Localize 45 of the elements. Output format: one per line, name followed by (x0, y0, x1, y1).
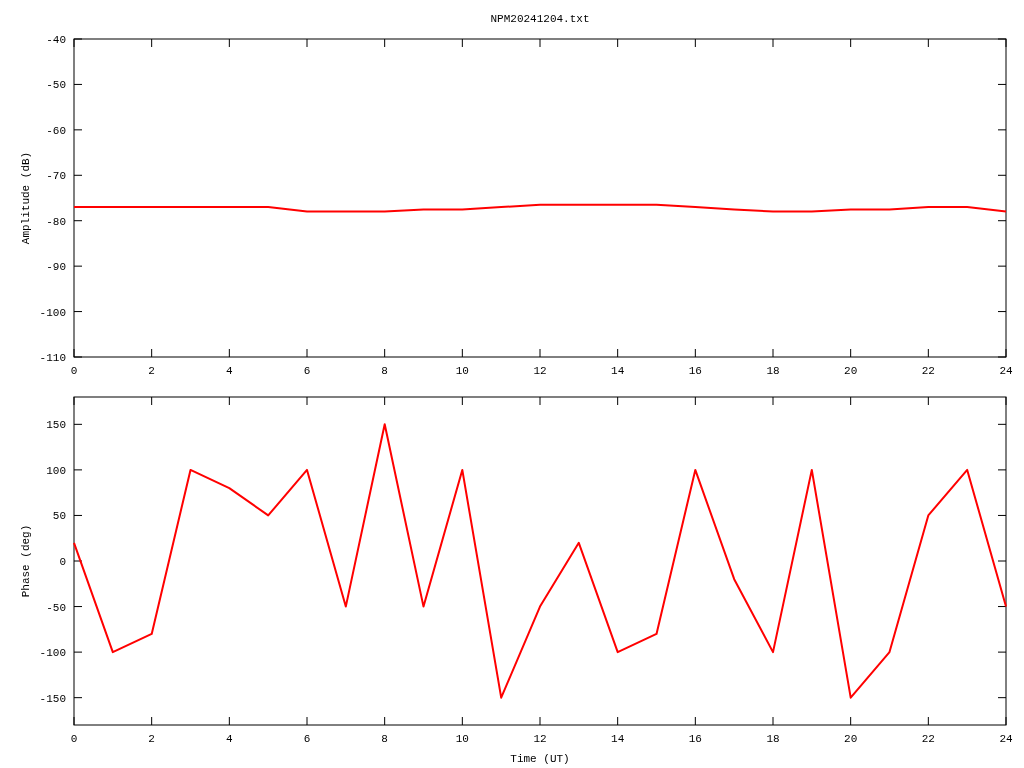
chart-title: NPM20241204.txt (490, 13, 590, 25)
tick-label: -90 (46, 261, 66, 274)
tick-label: 24 (999, 733, 1013, 745)
tick-label: -80 (46, 215, 66, 228)
tick-label: -40 (46, 34, 66, 46)
tick-label: 8 (381, 733, 388, 745)
tick-label: -100 (39, 647, 66, 660)
tick-label: 18 (766, 733, 780, 745)
tick-label: 4 (226, 365, 233, 377)
tick-label: 18 (766, 365, 780, 377)
tick-label: 150 (46, 419, 66, 432)
tick-label: 14 (611, 733, 625, 745)
tick-label: 20 (844, 365, 858, 377)
tick-label: -60 (46, 124, 66, 137)
tick-label: -50 (46, 79, 66, 92)
tick-label: 0 (70, 733, 78, 745)
tick-label: 16 (688, 365, 702, 377)
tick-label: -100 (39, 306, 66, 319)
tick-label: 50 (52, 510, 66, 523)
tick-label: 8 (381, 365, 388, 377)
tick-label: 100 (46, 464, 66, 477)
y-axis-label: Phase (deg) (20, 524, 32, 598)
tick-label: 2 (148, 365, 155, 377)
tick-label: 10 (455, 365, 469, 377)
tick-label: 22 (921, 733, 935, 745)
tick-label: 24 (999, 365, 1013, 377)
tick-label: -50 (46, 601, 66, 614)
tick-label: 4 (226, 733, 233, 745)
tick-label: 10 (455, 733, 469, 745)
tick-label: 12 (533, 733, 547, 745)
y-axis-label: Amplitude (dB) (20, 151, 32, 245)
tick-label: -110 (39, 352, 66, 364)
tick-label: 20 (844, 733, 858, 745)
tick-label: 12 (533, 365, 547, 377)
tick-label: 6 (303, 365, 311, 377)
tick-label: 6 (303, 733, 311, 745)
tick-label: -150 (39, 692, 66, 705)
tick-label: 0 (70, 365, 78, 377)
tick-label: 14 (611, 365, 625, 377)
tick-label: -70 (46, 170, 66, 183)
tick-label: 0 (59, 556, 66, 568)
tick-label: 22 (921, 365, 935, 377)
tick-label: 2 (148, 733, 155, 745)
x-axis-label: Time (UT) (510, 753, 570, 765)
tick-label: 16 (688, 733, 702, 745)
